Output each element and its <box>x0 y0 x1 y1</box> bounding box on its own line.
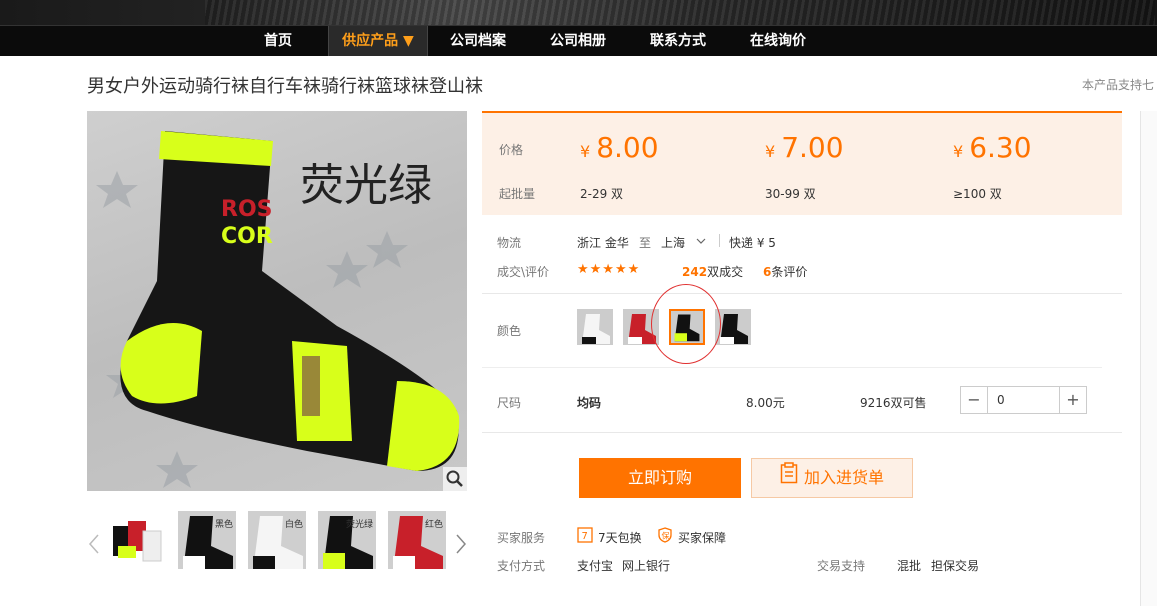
sold-info[interactable]: 242双成交 <box>682 263 743 280</box>
thumbnail[interactable] <box>107 510 167 570</box>
nav-company-album[interactable]: 公司相册 <box>538 26 618 56</box>
currency-symbol: ¥ <box>953 142 964 161</box>
divider <box>482 432 1122 433</box>
price-value: 8.00 <box>596 131 659 164</box>
express-fee: 快递 ¥ 5 <box>729 236 776 250</box>
ship-from: 浙江 金华 <box>577 236 629 250</box>
svg-text:保: 保 <box>662 531 670 541</box>
payment-label: 支付方式 <box>497 559 546 573</box>
magnifier-icon <box>446 470 463 487</box>
chevron-left-icon[interactable] <box>87 532 101 556</box>
support-text: 本产品支持七 <box>1082 78 1155 92</box>
color-option-white[interactable] <box>577 309 613 345</box>
thumbnail[interactable]: 荧光绿 <box>317 510 377 570</box>
thumbnail-label: 荧光绿 <box>345 520 373 530</box>
unit-price: 8.00元 <box>746 396 785 410</box>
trade-support-item: 混批 <box>897 559 922 573</box>
swatch-image <box>578 310 612 344</box>
zoom-button[interactable] <box>443 467 467 491</box>
buy-now-button[interactable]: 立即订购 <box>579 458 741 498</box>
top-nav: 首页 供应产品 ▼ 公司档案 公司相册 联系方式 在线询价 <box>0 25 1157 56</box>
svg-text:ROS: ROS <box>221 197 273 222</box>
price-value: 7.00 <box>781 131 844 164</box>
right-sidebar <box>1140 111 1157 606</box>
range-tier-2: 30-99 双 <box>765 187 816 201</box>
rating-stars: ★★★★★ <box>577 262 641 277</box>
color-label: 颜色 <box>497 324 522 338</box>
price-tier-2: ¥7.00 <box>765 131 844 164</box>
add-to-purchase-list-button[interactable]: 加入进货单 <box>751 458 913 498</box>
chevron-right-icon[interactable] <box>454 532 468 556</box>
cart-button-label: 加入进货单 <box>803 468 884 487</box>
range-tier-1: 2-29 双 <box>580 187 624 201</box>
quantity-input[interactable]: 0 <box>997 393 1005 407</box>
nav-inquiry[interactable]: 在线询价 <box>738 26 818 56</box>
review-suffix: 条评价 <box>771 265 808 279</box>
currency-symbol: ¥ <box>765 142 776 161</box>
service-item[interactable]: 买家保障 <box>678 529 726 546</box>
sold-suffix: 双成交 <box>707 265 744 279</box>
thumbnail-label: 红色 <box>424 520 443 530</box>
swatch-image <box>716 310 750 344</box>
decrease-button[interactable]: − <box>961 387 988 413</box>
thumbnail[interactable]: 红色 <box>387 510 447 570</box>
size-value: 均码 <box>577 396 602 410</box>
service-item[interactable]: 7天包换 <box>598 529 642 546</box>
thumbnail-label: 黑色 <box>214 520 233 530</box>
deals-label: 成交\评价 <box>497 265 550 279</box>
thumbnail-strip: 黑色 白色 荧光绿 红色 <box>87 510 477 574</box>
range-tier-3: ≥100 双 <box>953 187 1002 201</box>
review-info[interactable]: 6条评价 <box>763 263 807 280</box>
separator <box>719 234 720 247</box>
price-value: 6.30 <box>969 131 1032 164</box>
payment-method: 支付宝 <box>577 559 614 573</box>
nav-home[interactable]: 首页 <box>248 26 308 56</box>
nav-company-profile[interactable]: 公司档案 <box>438 26 518 56</box>
size-label: 尺码 <box>497 396 522 410</box>
destination-select[interactable]: 上海 <box>661 234 685 251</box>
top-banner <box>0 0 1157 25</box>
increase-button[interactable]: + <box>1059 387 1086 413</box>
payment-method: 网上银行 <box>622 559 671 573</box>
batch-label: 起批量 <box>499 187 536 201</box>
sold-count: 242 <box>682 265 708 279</box>
shield-icon: 保 <box>658 527 672 543</box>
thumbnail-label: 白色 <box>284 520 303 530</box>
ship-to-word: 至 <box>639 236 652 250</box>
price-tier-1: ¥8.00 <box>580 131 659 164</box>
chevron-down-icon[interactable] <box>696 237 706 245</box>
buyer-service-label: 买家服务 <box>497 531 546 545</box>
logistics-label: 物流 <box>497 236 522 250</box>
image-caption: 荧光绿 <box>300 160 432 211</box>
price-label: 价格 <box>499 143 524 157</box>
trade-support-label: 交易支持 <box>817 559 866 573</box>
main-product-image[interactable]: ROS COR 荧光绿 <box>87 111 467 491</box>
product-title: 男女户外运动骑行袜自行车袜骑行袜篮球袜登山袜 <box>87 76 483 97</box>
currency-symbol: ¥ <box>580 142 591 161</box>
thumbnail[interactable]: 黑色 <box>177 510 237 570</box>
annotation-circle <box>651 284 721 364</box>
clipboard-icon <box>780 460 798 498</box>
nav-products[interactable]: 供应产品 ▼ <box>328 26 428 56</box>
nav-contact[interactable]: 联系方式 <box>638 26 718 56</box>
divider <box>482 293 1122 294</box>
price-panel: 价格 起批量 ¥8.00 2-29 双 ¥7.00 30-99 双 ¥6.30 … <box>482 111 1122 215</box>
price-tier-3: ¥6.30 <box>953 131 1032 164</box>
svg-text:7: 7 <box>582 531 588 542</box>
thumbnail-image <box>113 521 162 562</box>
stock-available: 9216双可售 <box>860 396 927 410</box>
quantity-stepper: − 0 + <box>960 386 1087 414</box>
trade-support-item: 担保交易 <box>931 559 980 573</box>
divider <box>482 367 1102 368</box>
seven-day-exchange-icon: 7 <box>577 527 593 543</box>
thumbnail[interactable]: 白色 <box>247 510 307 570</box>
svg-text:COR: COR <box>221 224 273 249</box>
